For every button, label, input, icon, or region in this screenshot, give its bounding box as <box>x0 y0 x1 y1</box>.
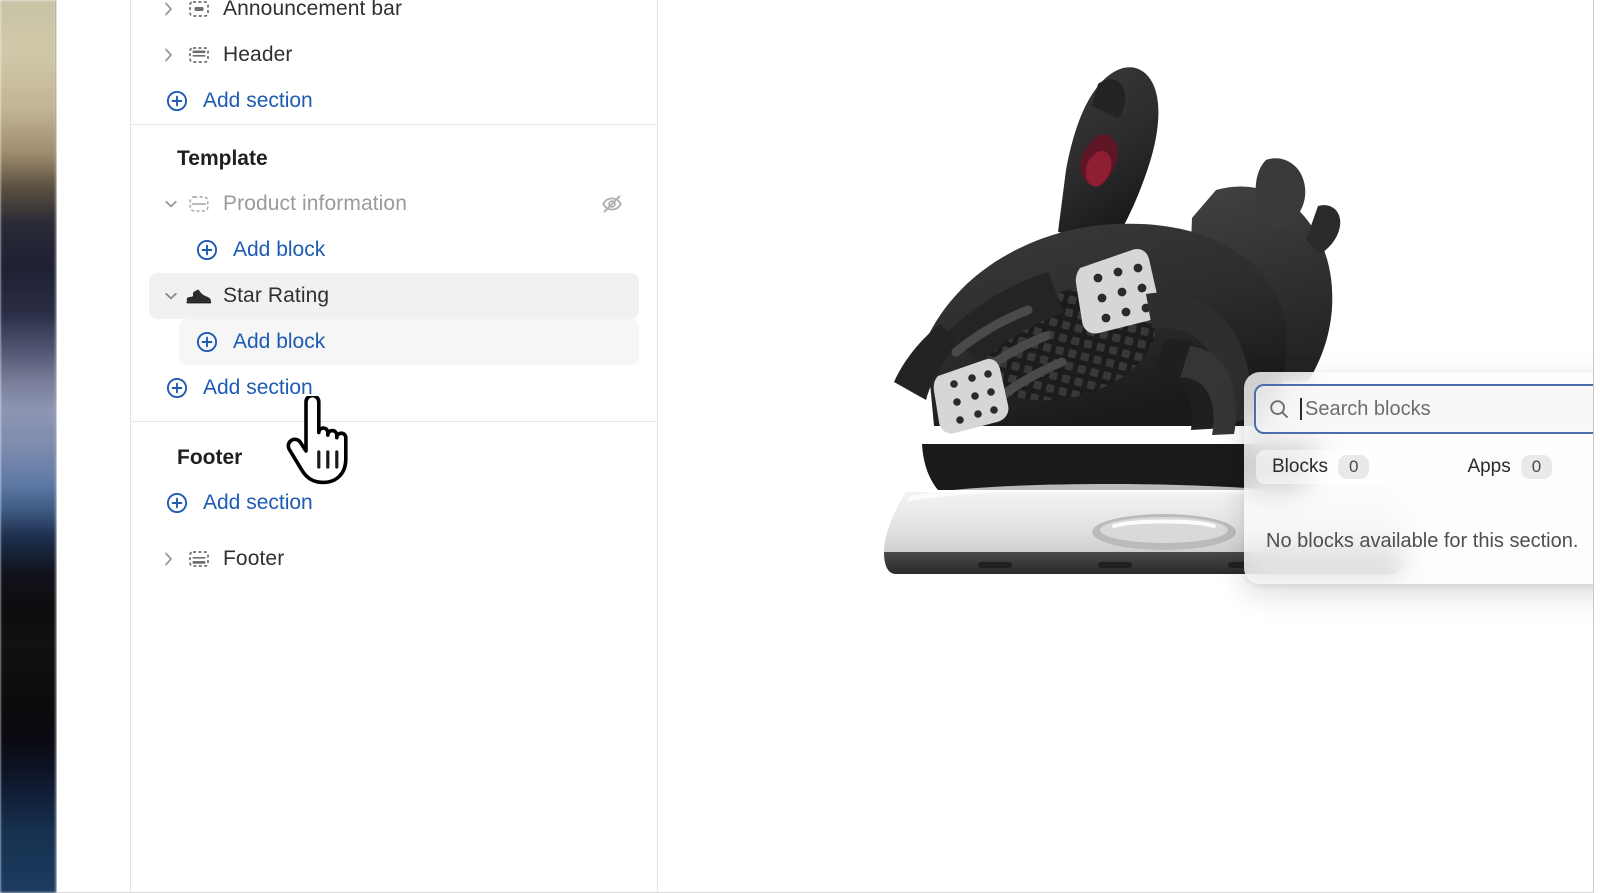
sidebar-item-label: Header <box>223 43 293 66</box>
add-section-label: Add section <box>203 491 313 514</box>
group-title-footer: Footer <box>177 446 243 469</box>
block-picker-popover[interactable]: Search blocks Blocks 0 Apps 0 No blocks … <box>1244 372 1593 584</box>
sidebar-divider <box>131 421 657 422</box>
add-section-label: Add section <box>203 89 313 112</box>
eye-off-icon[interactable] <box>599 191 625 217</box>
search-input-placeholder: Search blocks <box>1305 397 1431 420</box>
chevron-right-icon[interactable] <box>163 0 185 18</box>
add-section-button-footer[interactable]: Add section <box>149 480 639 526</box>
sidebar-group-template: Template Product information Add block S… <box>131 137 657 411</box>
sidebar-item-header[interactable]: Header <box>149 32 639 78</box>
add-block-button-product-information[interactable]: Add block <box>179 227 639 273</box>
search-blocks-input[interactable]: Search blocks <box>1254 384 1593 434</box>
add-block-button-star-rating[interactable]: Add block <box>179 319 639 365</box>
chevron-right-icon[interactable] <box>163 46 185 64</box>
sidebar-item-product-information[interactable]: Product information <box>149 181 639 227</box>
sidebar-group-sections: Announcement bar Header Add section <box>131 0 657 124</box>
tab-blocks-label: Blocks <box>1272 455 1328 477</box>
sidebar-item-footer[interactable]: Footer <box>149 536 639 582</box>
sidebar-group-footer: Footer Add section Footer <box>131 436 657 582</box>
sidebar-item-label: Product information <box>223 192 407 215</box>
plus-circle-icon <box>163 376 191 400</box>
window-right-border <box>1593 0 1594 893</box>
sidebar-item-announcement-bar[interactable]: Announcement bar <box>149 0 639 32</box>
add-block-label: Add block <box>233 238 326 261</box>
block-picker-tabs: Blocks 0 Apps 0 <box>1256 448 1593 486</box>
add-section-label: Add section <box>203 376 313 399</box>
theme-editor-window: Announcement bar Header Add section Temp… <box>57 0 1594 893</box>
group-title-template: Template <box>177 147 268 170</box>
storefront-preview-canvas[interactable]: Search blocks Blocks 0 Apps 0 No blocks … <box>658 0 1593 893</box>
sidebar-item-label: Star Rating <box>223 284 330 307</box>
desktop-wallpaper-strip <box>0 0 56 893</box>
tab-apps-label: Apps <box>1467 455 1511 477</box>
header-icon <box>185 44 213 66</box>
empty-state-message: No blocks available for this section. <box>1266 530 1579 552</box>
text-cursor-caret <box>1300 398 1302 420</box>
tab-apps[interactable]: Apps 0 <box>1451 450 1568 484</box>
sidebar-item-label: Footer <box>223 547 285 570</box>
announcement-bar-icon <box>185 0 213 20</box>
plus-circle-icon <box>163 491 191 515</box>
screen-root: Announcement bar Header Add section Temp… <box>0 0 1600 893</box>
chevron-right-icon[interactable] <box>163 550 185 568</box>
add-section-button-template[interactable]: Add section <box>149 365 639 411</box>
plus-circle-icon <box>193 330 221 354</box>
sidebar-item-star-rating[interactable]: Star Rating <box>149 273 639 319</box>
chevron-down-icon[interactable] <box>163 288 185 304</box>
add-block-label: Add block <box>233 330 326 353</box>
sidebar-item-label: Announcement bar <box>223 0 403 20</box>
sections-sidebar: Announcement bar Header Add section Temp… <box>130 0 658 893</box>
add-section-button-top[interactable]: Add section <box>149 78 639 124</box>
search-icon <box>1268 398 1292 420</box>
tab-blocks[interactable]: Blocks 0 <box>1256 449 1386 485</box>
tab-apps-count: 0 <box>1520 454 1553 480</box>
sneaker-icon <box>185 286 213 306</box>
product-information-icon <box>185 193 213 215</box>
chevron-down-icon[interactable] <box>163 196 185 212</box>
plus-circle-icon <box>163 89 191 113</box>
plus-circle-icon <box>193 238 221 262</box>
footer-icon <box>185 548 213 570</box>
tab-blocks-count: 0 <box>1337 454 1370 480</box>
sidebar-divider <box>131 124 657 125</box>
